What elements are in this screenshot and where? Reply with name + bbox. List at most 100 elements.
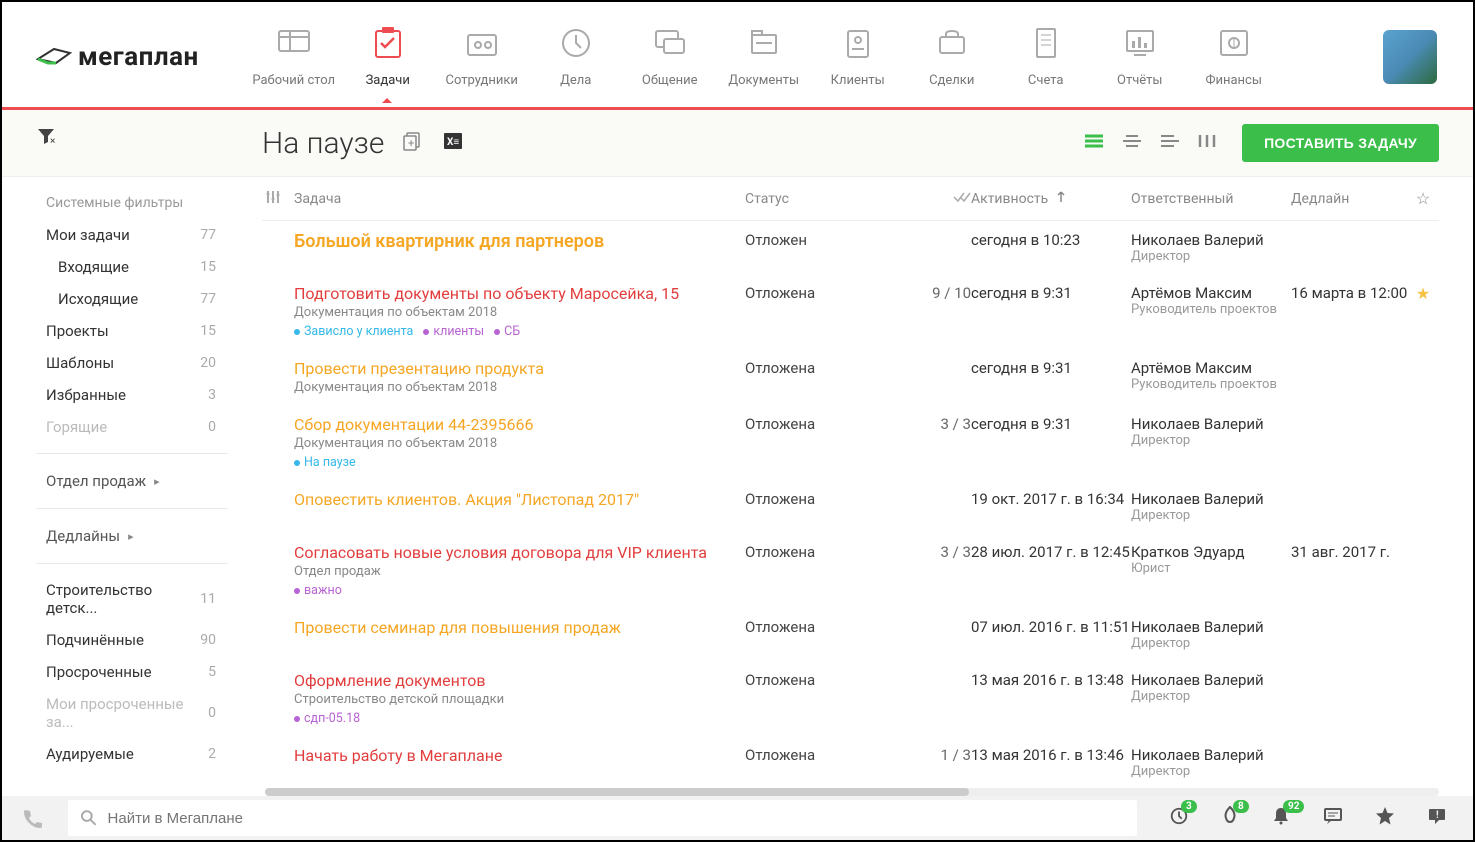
- reports-icon: [1095, 24, 1185, 62]
- task-row[interactable]: Большой квартирник для партнеровОтложенс…: [262, 221, 1439, 274]
- col-header-deadline[interactable]: Дедлайн: [1291, 191, 1411, 207]
- nav-label: Сотрудники: [446, 73, 518, 88]
- task-status: Отложена: [745, 543, 915, 561]
- sidebar-item[interactable]: Подчинённые90: [36, 624, 228, 656]
- nav-label: Сделки: [929, 73, 974, 88]
- sidebar-group-Отдел продаж[interactable]: Отдел продаж▸: [36, 464, 228, 498]
- global-search-input[interactable]: [108, 810, 1125, 827]
- task-checklist: 3 / 3: [915, 415, 971, 433]
- task-subtitle: Документация по объектам 2018: [294, 380, 729, 395]
- copy-icon[interactable]: +: [402, 130, 424, 156]
- task-row[interactable]: Сбор документации 44-2395666 Документация…: [262, 405, 1439, 480]
- col-header-activity[interactable]: Активность: [971, 191, 1048, 207]
- task-responsible: Николаев Валерий: [1131, 490, 1291, 508]
- nav-label: Документы: [728, 73, 799, 88]
- sidebar-system-filters-header: Системные фильтры: [36, 187, 228, 219]
- task-responsible-role: Руководитель проектов: [1131, 377, 1291, 392]
- nav-item-time[interactable]: Дела: [531, 2, 621, 100]
- col-header-star-icon[interactable]: ☆: [1411, 189, 1435, 208]
- nav-item-clients[interactable]: Клиенты: [813, 2, 903, 100]
- sidebar-item[interactable]: Шаблоны20: [36, 347, 228, 379]
- nav-item-reports[interactable]: Отчёты: [1095, 2, 1185, 100]
- task-title[interactable]: Провести презентацию продукта: [294, 359, 729, 378]
- sort-up-icon[interactable]: [1056, 191, 1066, 207]
- filter-icon[interactable]: ×: [36, 126, 56, 150]
- alerts-fire-icon[interactable]: 8: [1221, 806, 1239, 830]
- sidebar-item[interactable]: Горящие0: [36, 411, 228, 443]
- task-title[interactable]: Провести семинар для повышения продаж: [294, 618, 729, 637]
- task-title[interactable]: Подготовить документы по объекту Маросей…: [294, 284, 729, 303]
- task-row[interactable]: Оформление документовСтроительство детск…: [262, 661, 1439, 736]
- phone-icon[interactable]: [2, 808, 62, 828]
- task-status: Отложена: [745, 618, 915, 636]
- task-star-icon[interactable]: ★: [1411, 284, 1435, 303]
- nav-item-invoices[interactable]: Счета: [1001, 2, 1091, 100]
- task-tag: СБ: [494, 324, 520, 339]
- sidebar-item[interactable]: Мои задачи77: [36, 219, 228, 251]
- nav-item-deals[interactable]: Сделки: [907, 2, 997, 100]
- task-row[interactable]: Оповестить клиентов. Акция "Листопад 201…: [262, 480, 1439, 533]
- user-avatar[interactable]: [1383, 30, 1437, 84]
- sidebar-item[interactable]: Избранные3: [36, 379, 228, 411]
- task-row[interactable]: Начать работу в МегапланеОтложена1 / 313…: [262, 736, 1439, 789]
- nav-item-tasks[interactable]: Задачи: [343, 2, 433, 100]
- view-list-left-icon[interactable]: [1160, 133, 1180, 153]
- task-tag: На паузе: [294, 455, 356, 470]
- task-row[interactable]: Провести семинар для повышения продаж Отл…: [262, 608, 1439, 661]
- task-responsible-role: Директор: [1131, 433, 1291, 448]
- task-responsible: Артёмов Максим: [1131, 284, 1291, 302]
- nav-item-chat[interactable]: Общение: [625, 2, 715, 100]
- view-list-compact-icon[interactable]: [1084, 133, 1104, 153]
- task-status: Отложена: [745, 359, 915, 377]
- task-title[interactable]: Согласовать новые условия договора для V…: [294, 543, 729, 562]
- alerts-bell-icon[interactable]: 92: [1271, 806, 1291, 830]
- nav-item-desktop[interactable]: Рабочий стол: [249, 2, 339, 100]
- sidebar-item[interactable]: Аудируемые2: [36, 738, 228, 770]
- task-activity: 19 окт. 2017 г. в 16:34: [971, 490, 1131, 508]
- create-task-button[interactable]: ПОСТАВИТЬ ЗАДАЧУ: [1242, 124, 1439, 162]
- task-status: Отложена: [745, 490, 915, 508]
- task-status: Отложена: [745, 415, 915, 433]
- alerts-clock-icon[interactable]: !3: [1169, 806, 1189, 830]
- task-subtitle: Документация по объектам 2018: [294, 436, 729, 451]
- task-title[interactable]: Начать работу в Мегаплане: [294, 746, 729, 765]
- task-row[interactable]: Провести презентацию продукта Документаци…: [262, 349, 1439, 405]
- task-title[interactable]: Большой квартирник для партнеров: [294, 231, 729, 252]
- global-search[interactable]: [68, 800, 1137, 836]
- feedback-icon[interactable]: !: [1427, 807, 1447, 829]
- messages-icon[interactable]: [1323, 807, 1343, 829]
- sidebar-item[interactable]: Проекты15: [36, 315, 228, 347]
- sidebar: Системные фильтры Мои задачи77Входящие15…: [2, 177, 234, 795]
- col-header-responsible[interactable]: Ответственный: [1131, 191, 1291, 207]
- logo[interactable]: мегаплан: [36, 42, 199, 72]
- task-title[interactable]: Оповестить клиентов. Акция "Листопад 201…: [294, 490, 729, 509]
- col-header-task[interactable]: Задача: [294, 191, 745, 207]
- excel-export-icon[interactable]: X≡: [442, 130, 464, 156]
- nav-label: Финансы: [1205, 73, 1262, 88]
- desktop-icon: [249, 24, 339, 62]
- sidebar-group-Дедлайны[interactable]: Дедлайны▸: [36, 519, 228, 553]
- task-activity: 07 июл. 2016 г. в 11:51: [971, 618, 1131, 636]
- view-columns-icon[interactable]: [1198, 133, 1216, 153]
- task-status: Отложен: [745, 231, 915, 249]
- sidebar-item[interactable]: Строительство детск...11: [36, 574, 228, 624]
- nav-item-staff[interactable]: Сотрудники: [437, 2, 527, 100]
- sidebar-item[interactable]: Входящие15: [36, 251, 228, 283]
- nav-item-docs[interactable]: Документы: [719, 2, 809, 100]
- task-row[interactable]: Согласовать новые условия договора для V…: [262, 533, 1439, 608]
- horizontal-scroll[interactable]: [265, 788, 1439, 796]
- column-settings-icon[interactable]: [266, 190, 294, 208]
- view-list-centered-icon[interactable]: [1122, 133, 1142, 153]
- favorites-star-icon[interactable]: [1375, 806, 1395, 830]
- sidebar-item[interactable]: Просроченные5: [36, 656, 228, 688]
- task-title[interactable]: Сбор документации 44-2395666: [294, 415, 729, 434]
- sidebar-item[interactable]: Мои просроченные за...0: [36, 688, 228, 738]
- col-header-checklist-icon[interactable]: [915, 191, 971, 207]
- nav-item-finance[interactable]: Финансы: [1189, 2, 1279, 100]
- nav-label: Рабочий стол: [252, 73, 335, 88]
- sidebar-item[interactable]: Исходящие77: [36, 283, 228, 315]
- task-row[interactable]: Подготовить документы по объекту Маросей…: [262, 274, 1439, 349]
- col-header-status[interactable]: Статус: [745, 191, 915, 207]
- svg-text:!: !: [1436, 810, 1439, 821]
- task-title[interactable]: Оформление документов: [294, 671, 729, 690]
